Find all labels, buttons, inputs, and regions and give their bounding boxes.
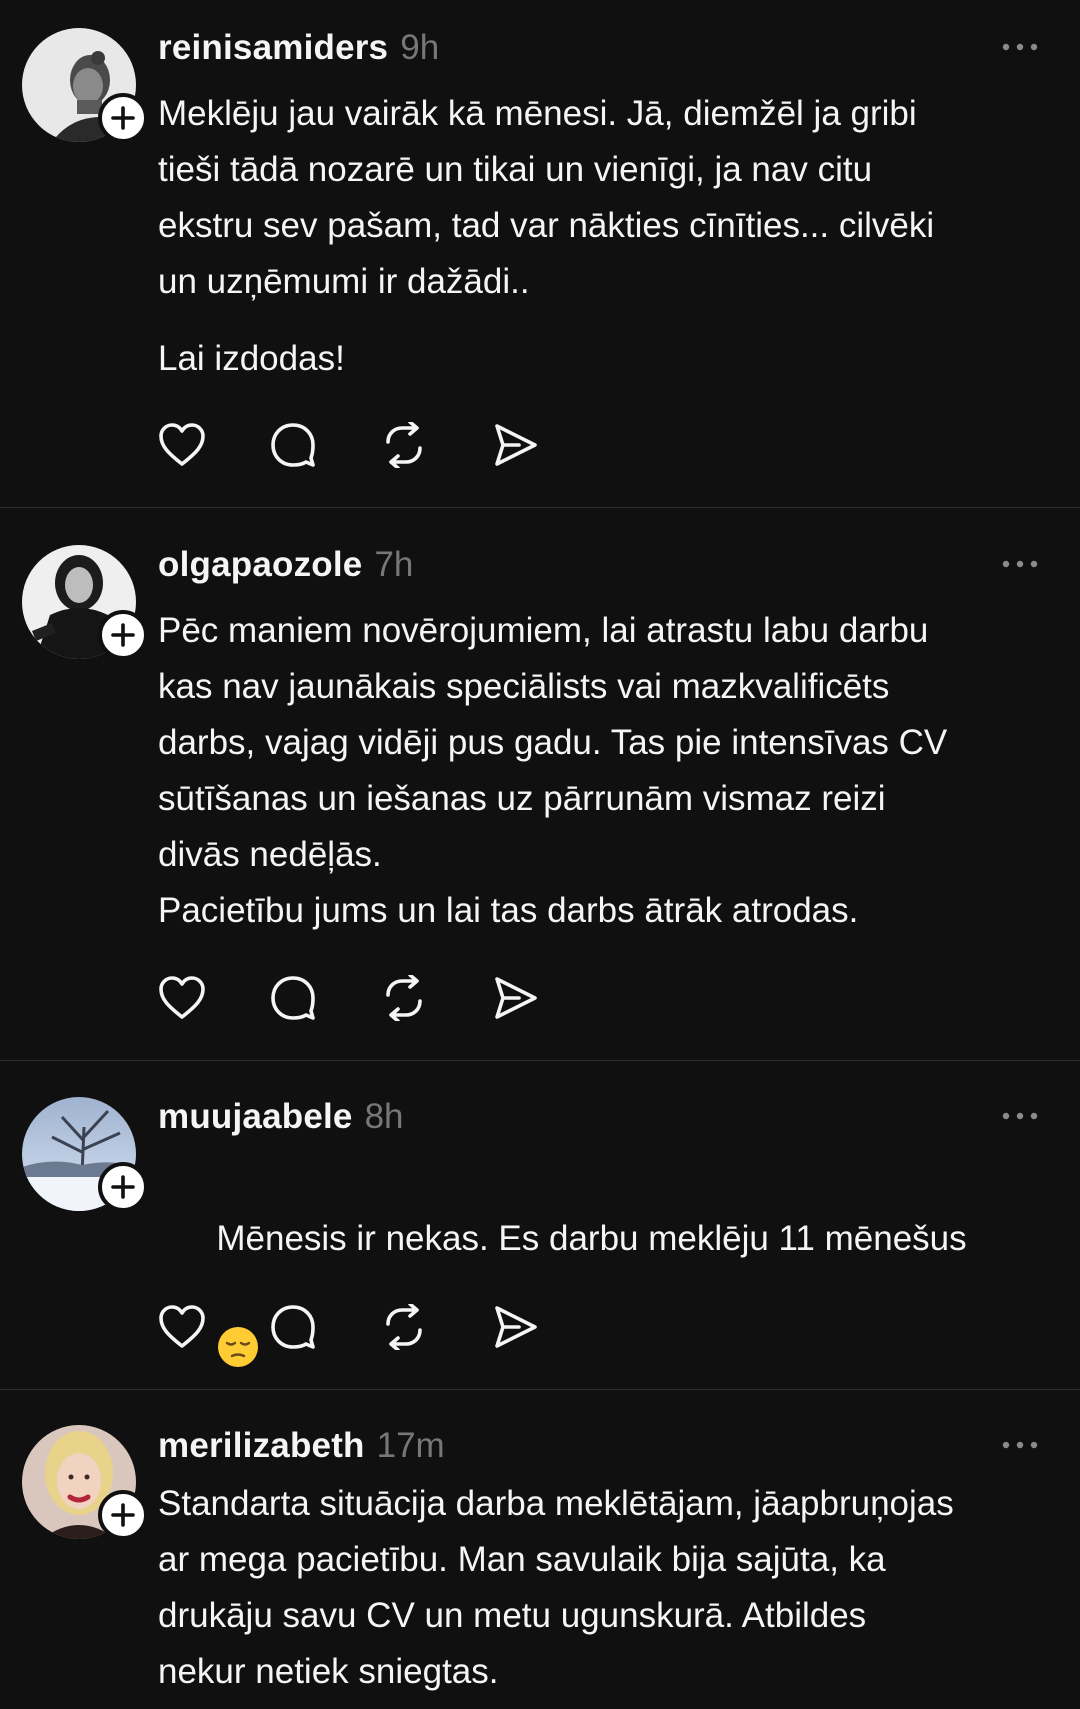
follow-button[interactable]: [98, 1490, 148, 1540]
timestamp: 9h: [400, 28, 440, 67]
reply-button[interactable]: [269, 418, 380, 472]
more-options-icon[interactable]: [1000, 1101, 1040, 1131]
post-text: Pēc maniem novērojumiem, lai atrastu lab…: [158, 611, 948, 930]
comment-icon: [271, 976, 315, 1020]
post-actions: [158, 1300, 602, 1354]
heart-icon: [159, 976, 205, 1019]
like-button[interactable]: [158, 971, 269, 1025]
post: olgapaozole 7h Pēc maniem novērojumiem, …: [0, 508, 1080, 1061]
like-button[interactable]: [158, 1300, 269, 1354]
share-button[interactable]: [491, 418, 602, 472]
comment-icon: [271, 423, 315, 467]
repost-button[interactable]: [380, 418, 491, 472]
share-button[interactable]: [491, 1300, 602, 1354]
post-text: Standarta situācija darba meklētājam, jā…: [158, 1484, 954, 1691]
send-icon: [495, 977, 537, 1019]
send-icon: [495, 424, 537, 466]
timestamp: 17m: [376, 1426, 445, 1465]
more-options-icon[interactable]: [1000, 549, 1040, 579]
reply-button[interactable]: [269, 1300, 380, 1354]
more-options-icon[interactable]: [1000, 1430, 1040, 1460]
plus-icon: [111, 1503, 135, 1527]
post: merilizabeth 17m Standarta situācija dar…: [0, 1390, 1080, 1709]
heart-icon: [159, 423, 205, 466]
follow-button[interactable]: [98, 1162, 148, 1212]
username[interactable]: reinisamiders: [158, 28, 388, 68]
post-actions: [158, 418, 602, 472]
username[interactable]: muujaabele: [158, 1097, 353, 1137]
more-options-icon[interactable]: [1000, 32, 1040, 62]
heart-icon: [159, 1305, 205, 1348]
post-text: Mēnesis ir nekas. Es darbu meklēju 11 mē…: [216, 1219, 967, 1258]
plus-icon: [111, 106, 135, 130]
post-header: merilizabeth 17m: [158, 1422, 1040, 1470]
username[interactable]: olgapaozole: [158, 545, 362, 585]
post: reinisamiders 9h Meklēju jau vairāk kā m…: [0, 0, 1080, 508]
send-icon: [495, 1306, 537, 1348]
repost-button[interactable]: [380, 1300, 491, 1354]
repost-icon: [386, 422, 422, 468]
comment-icon: [271, 1305, 315, 1349]
post: muujaabele 8h Mēnesis ir nekas. Es darbu…: [0, 1061, 1080, 1390]
plus-icon: [111, 1175, 135, 1199]
share-button[interactable]: [491, 971, 602, 1025]
follow-button[interactable]: [98, 93, 148, 143]
post-header: olgapaozole 7h: [158, 541, 1040, 589]
like-button[interactable]: [158, 418, 269, 472]
post-header: muujaabele 8h: [158, 1093, 1040, 1141]
repost-icon: [386, 975, 422, 1021]
repost-button[interactable]: [380, 971, 491, 1025]
post-text: Meklēju jau vairāk kā mēnesi. Jā, diemžē…: [158, 94, 935, 301]
username[interactable]: merilizabeth: [158, 1426, 365, 1466]
timestamp: 7h: [374, 545, 414, 584]
follow-button[interactable]: [98, 610, 148, 660]
repost-icon: [386, 1304, 422, 1350]
plus-icon: [111, 623, 135, 647]
post-text-closing: Lai izdodas!: [158, 339, 345, 378]
timestamp: 8h: [364, 1097, 404, 1136]
reply-button[interactable]: [269, 971, 380, 1025]
post-header: reinisamiders 9h: [158, 24, 1040, 72]
post-actions: [158, 971, 602, 1025]
threads-feed: reinisamiders 9h Meklēju jau vairāk kā m…: [0, 0, 1080, 1709]
